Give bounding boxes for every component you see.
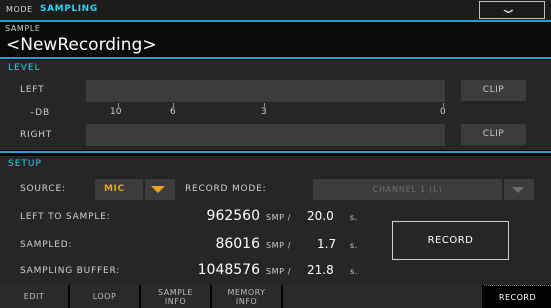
source-value: MIC	[104, 184, 125, 194]
tab-record[interactable]: RECORD	[484, 285, 551, 308]
samples-unit: SMP /	[266, 213, 292, 222]
right-clip-indicator: CLIP	[461, 124, 526, 145]
sample-section: SAMPLE <NewRecording>	[0, 22, 551, 58]
tab-empty	[283, 285, 482, 308]
tab-edit[interactable]: EDIT	[0, 285, 68, 308]
record-mode-label: RECORD MODE:	[185, 184, 267, 194]
level-section: LEVEL LEFT CLIP –dB 10 6 3 0 RIGHT CLIP	[0, 60, 551, 150]
left-clip-indicator: CLIP	[461, 80, 526, 101]
tab-bar: EDIT LOOP SAMPLE INFO MEMORY INFO RECORD	[0, 285, 551, 308]
sampling-buffer-seconds: 21.8	[307, 263, 334, 277]
tab-sample-info[interactable]: SAMPLE INFO	[141, 285, 210, 308]
mode-value: SAMPLING	[40, 4, 98, 14]
db-label: –dB	[30, 108, 51, 118]
record-mode-select[interactable]: CHANNEL 1 (L)	[313, 179, 502, 200]
tab-loop[interactable]: LOOP	[70, 285, 139, 308]
left-level-meter	[86, 80, 445, 102]
sampling-buffer-label: SAMPLING BUFFER:	[20, 266, 121, 276]
record-mode-dropdown-button[interactable]	[504, 179, 534, 200]
left-to-sample-label: LEFT TO SAMPLE:	[20, 212, 111, 222]
right-channel-label: RIGHT	[20, 130, 53, 140]
seconds-unit: s.	[350, 267, 358, 276]
chevron-down-icon: ⌄	[498, 2, 519, 17]
divider	[0, 57, 551, 59]
tick-label: 3	[261, 107, 267, 117]
seconds-unit: s.	[350, 241, 358, 250]
sampled-seconds: 1.7	[317, 237, 337, 251]
source-label: SOURCE:	[20, 184, 66, 194]
triangle-down-icon	[512, 187, 524, 193]
samples-unit: SMP /	[266, 267, 292, 276]
source-select[interactable]: MIC	[95, 179, 143, 200]
tick-label: 0	[440, 107, 446, 117]
mode-label: MODE	[6, 5, 33, 14]
left-to-sample-seconds: 20.0	[307, 209, 334, 223]
sampling-buffer-value: 1048576	[197, 262, 260, 278]
seconds-unit: s.	[350, 213, 358, 222]
sampled-label: SAMPLED:	[20, 240, 73, 250]
right-level-meter	[86, 124, 445, 146]
divider	[0, 151, 551, 153]
setup-title: SETUP	[8, 159, 42, 169]
tick-label: 10	[110, 107, 122, 117]
sampled-value: 86016	[215, 236, 260, 252]
sample-label: SAMPLE	[5, 24, 41, 33]
level-title: LEVEL	[8, 63, 41, 73]
setup-section: SETUP SOURCE: MIC RECORD MODE: CHANNEL 1…	[0, 156, 551, 285]
page-menu-button[interactable]: ⌄	[479, 1, 545, 19]
tick-label: 6	[170, 107, 176, 117]
mode-bar: MODE SAMPLING ⌄	[0, 0, 551, 22]
source-dropdown-button[interactable]	[145, 179, 175, 200]
tab-memory-info[interactable]: MEMORY INFO	[212, 285, 281, 308]
record-button[interactable]: RECORD	[392, 221, 509, 260]
triangle-down-icon	[151, 186, 165, 193]
samples-unit: SMP /	[266, 241, 292, 250]
left-channel-label: LEFT	[20, 85, 45, 95]
left-to-sample-value: 962560	[206, 208, 260, 224]
sample-name[interactable]: <NewRecording>	[6, 35, 157, 55]
